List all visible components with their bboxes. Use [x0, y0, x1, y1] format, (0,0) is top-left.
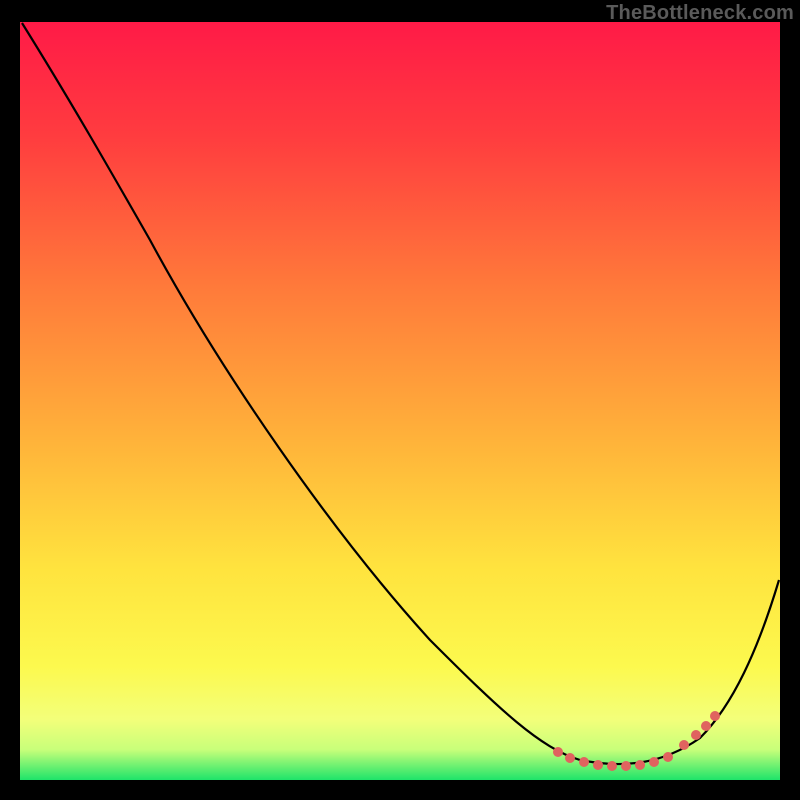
chart-container: TheBottleneck.com	[0, 0, 800, 800]
plot-area	[20, 22, 780, 780]
watermark-text: TheBottleneck.com	[606, 2, 794, 25]
chart-svg	[0, 0, 800, 800]
